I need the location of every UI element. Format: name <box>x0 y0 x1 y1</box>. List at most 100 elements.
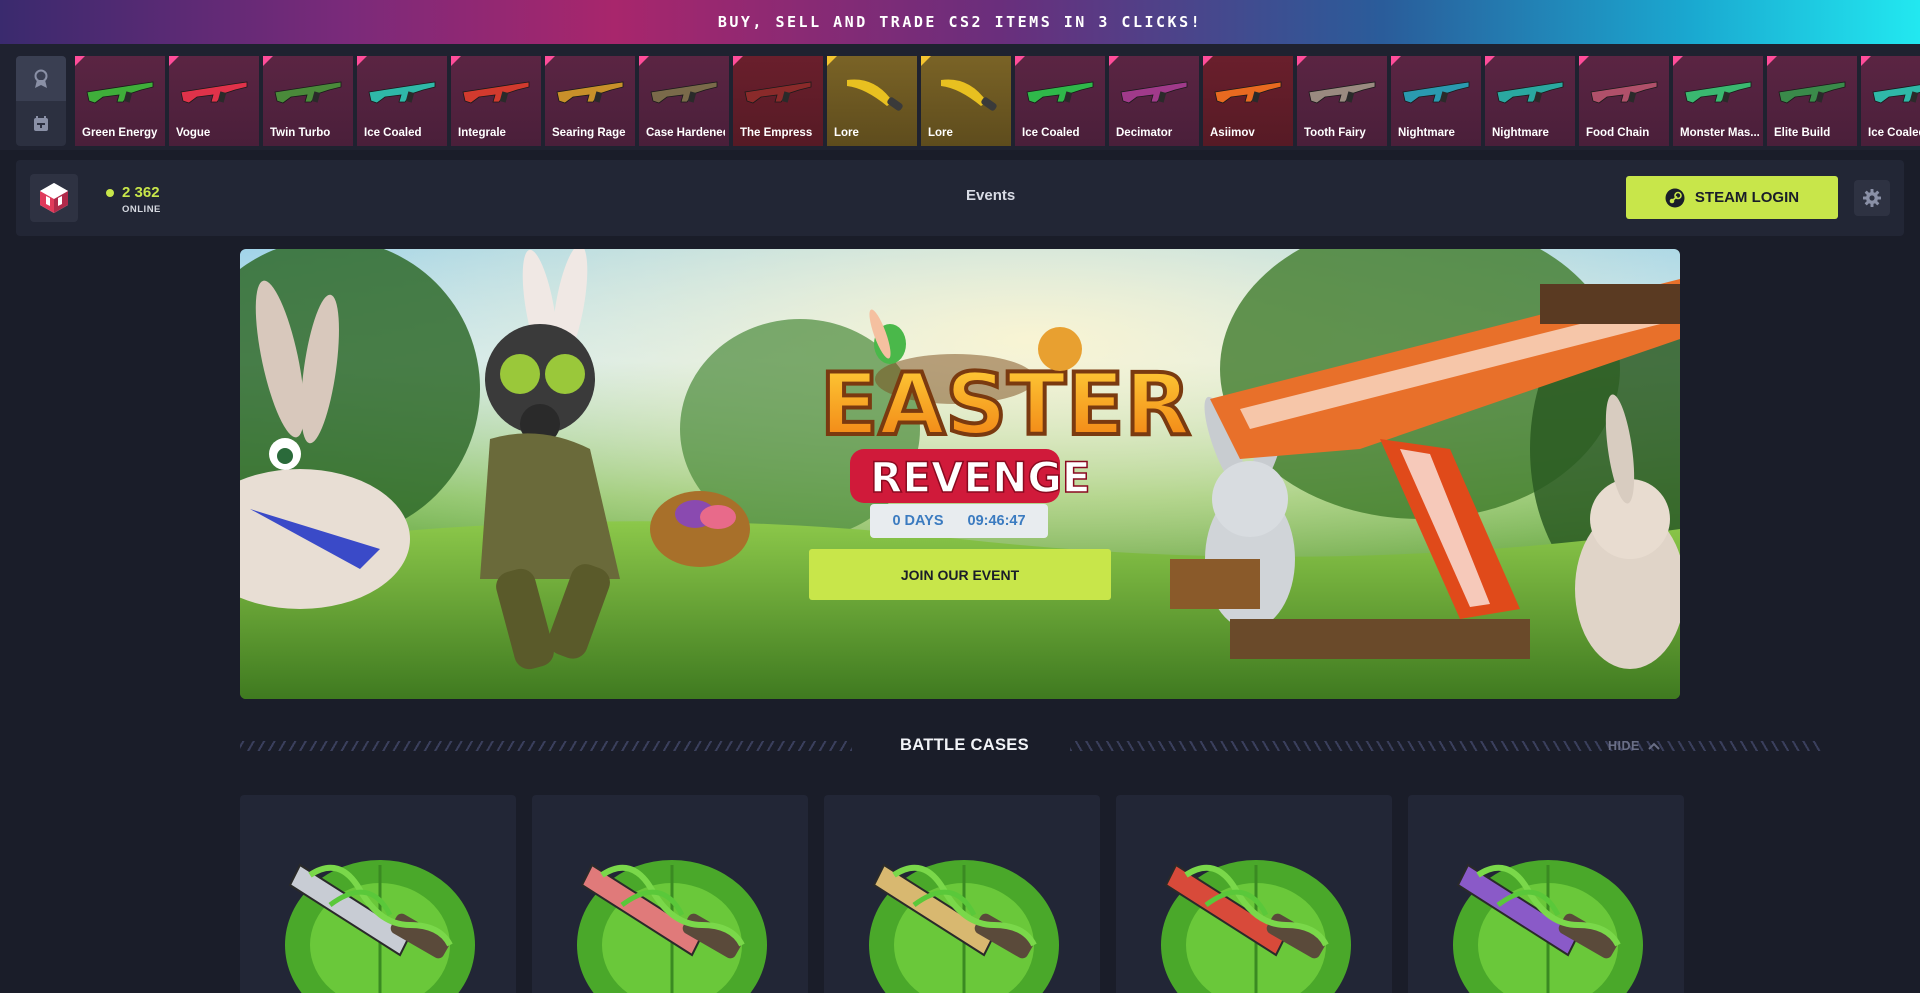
drop-card[interactable]: Lore <box>827 56 917 146</box>
drop-card[interactable]: Nightmare <box>1485 56 1575 146</box>
rifle-icon <box>1872 84 1920 104</box>
rifle-icon <box>368 81 436 104</box>
nav-events-link[interactable]: Events <box>966 187 1015 204</box>
rifle-icon <box>556 81 624 104</box>
steam-login-label: STEAM LOGIN <box>1694 189 1800 206</box>
drop-card[interactable]: Asiimov <box>1203 56 1293 146</box>
drop-card[interactable]: The Empress <box>733 56 823 146</box>
drop-card[interactable]: Green Energy <box>75 56 165 146</box>
drop-item-name: Ice Coaled <box>364 127 422 139</box>
rarity-marker <box>1015 56 1025 66</box>
ticker-filter-panel <box>16 56 66 146</box>
bowie-knife-vine-icon <box>1161 860 1351 993</box>
event-title-line1: EASTER <box>820 355 1191 455</box>
rifle-icon <box>1684 81 1752 104</box>
rarity-marker <box>451 56 461 66</box>
drop-card[interactable]: Ice Coaled <box>1015 56 1105 146</box>
drop-item-name: Ice Coaled <box>1022 127 1080 139</box>
drop-item-name: Ice Coaled <box>1868 127 1920 139</box>
drop-card[interactable]: Tooth Fairy <box>1297 56 1387 146</box>
rarity-marker <box>1579 56 1589 66</box>
chevron-up-icon <box>1648 742 1660 750</box>
rarity-marker <box>1485 56 1495 66</box>
rifle-icon <box>462 81 530 104</box>
rarity-marker <box>921 56 931 66</box>
drop-card[interactable]: Integrale <box>451 56 541 146</box>
all-drops-button[interactable] <box>16 101 66 146</box>
drop-card[interactable]: Food Chain <box>1579 56 1669 146</box>
drop-card[interactable]: Case Hardened <box>639 56 729 146</box>
rifle-icon <box>180 81 248 104</box>
drop-card[interactable]: Twin Turbo <box>263 56 353 146</box>
rarity-marker <box>1767 56 1777 66</box>
rifle-icon <box>744 81 812 104</box>
drop-card[interactable]: Ice Coaled <box>357 56 447 146</box>
battle-case-card[interactable] <box>1408 795 1684 993</box>
drop-card[interactable]: Monster Mas... <box>1673 56 1763 146</box>
settings-button[interactable] <box>1854 180 1890 216</box>
battle-case-card[interactable] <box>532 795 808 993</box>
event-countdown: 0 DAYS 09:46:47 <box>870 504 1048 538</box>
rifle-icon <box>1308 81 1376 104</box>
drop-item-name: Monster Mas... <box>1680 127 1759 139</box>
rarity-marker <box>1203 56 1213 66</box>
rarity-marker <box>733 56 743 66</box>
rarity-marker <box>1297 56 1307 66</box>
drop-item-name: Vogue <box>176 127 211 139</box>
battle-case-card[interactable] <box>240 795 516 993</box>
drop-card[interactable]: Vogue <box>169 56 259 146</box>
rarity-marker <box>545 56 555 66</box>
online-counter: 2 362 ONLINE <box>106 184 161 215</box>
drop-card[interactable]: Decimator <box>1109 56 1199 146</box>
knife-icon <box>847 79 903 111</box>
section-divider-right <box>1070 741 1822 751</box>
rifle-icon <box>1778 81 1846 104</box>
drop-item-name: Elite Build <box>1774 127 1831 139</box>
drop-card[interactable]: Elite Build <box>1767 56 1857 146</box>
gear-icon <box>1863 189 1881 207</box>
rarity-marker <box>1673 56 1683 66</box>
rarity-marker <box>75 56 85 66</box>
live-drops-ticker: Green Energy Vogue Twin Turbo Ice Coaled Int… <box>0 44 1920 150</box>
drop-item-name: Green Energy <box>82 127 158 139</box>
hide-section-button[interactable]: HIDE <box>1608 739 1660 753</box>
rarity-marker <box>1109 56 1119 66</box>
rifle-icon <box>1120 81 1188 104</box>
rifle-icon <box>1496 81 1564 104</box>
battle-cases-grid <box>240 795 1684 993</box>
countdown-days: 0 DAYS <box>892 513 944 529</box>
ribbon-icon <box>34 69 48 88</box>
drop-card[interactable]: Ice Coaled <box>1861 56 1920 146</box>
event-title-line2: REVENGE <box>870 453 1091 502</box>
top-drops-button[interactable] <box>16 56 66 101</box>
pistol-vine-icon <box>285 860 475 993</box>
rifle-icon <box>1402 81 1470 104</box>
drop-item-name: The Empress <box>740 127 813 139</box>
battle-case-card[interactable] <box>1116 795 1392 993</box>
drop-item-name: Asiimov <box>1210 127 1255 139</box>
site-header: 2 362 ONLINE Events STEAM LOGIN <box>16 160 1904 236</box>
drop-card[interactable]: Lore <box>921 56 1011 146</box>
drop-item-name: Lore <box>928 127 953 139</box>
battle-case-card[interactable] <box>824 795 1100 993</box>
drop-card[interactable]: Nightmare <box>1391 56 1481 146</box>
promo-banner[interactable]: BUY, SELL AND TRADE CS2 ITEMS IN 3 CLICK… <box>0 0 1920 44</box>
site-logo[interactable] <box>30 174 78 222</box>
rifle-icon <box>86 81 154 104</box>
rarity-marker <box>357 56 367 66</box>
steam-login-button[interactable]: STEAM LOGIN <box>1626 176 1838 219</box>
online-dot <box>106 188 114 197</box>
rifle-icon <box>1214 81 1282 104</box>
drop-card[interactable]: Searing Rage <box>545 56 635 146</box>
rarity-marker <box>1861 56 1871 66</box>
online-count: 2 362 <box>122 184 160 201</box>
rifle-icon <box>274 81 342 104</box>
event-banner[interactable]: EASTER REVENGE 0 DAYS 09:46:47 JOIN OUR … <box>240 249 1680 699</box>
drop-item-name: Integrale <box>458 127 506 139</box>
rarity-marker <box>263 56 273 66</box>
hide-label: HIDE <box>1608 739 1640 753</box>
join-event-button[interactable]: JOIN OUR EVENT <box>809 549 1111 600</box>
rifle-icon <box>1590 81 1658 104</box>
promo-text: BUY, SELL AND TRADE CS2 ITEMS IN 3 CLICK… <box>717 13 1203 31</box>
rifle-icon <box>650 81 718 104</box>
